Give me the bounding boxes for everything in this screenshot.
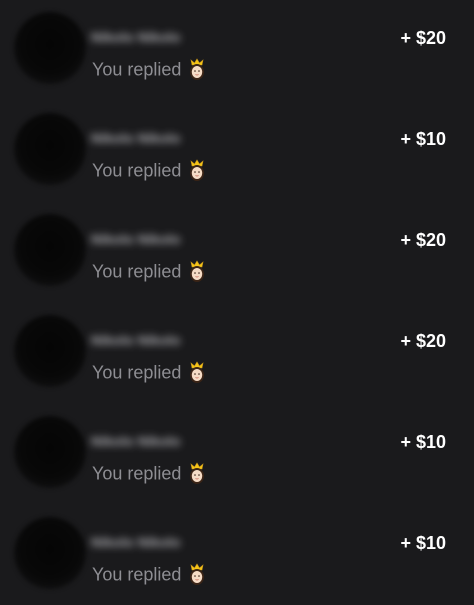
sender-name: Nikolo Nikolo <box>91 232 181 246</box>
avatar[interactable] <box>14 416 86 488</box>
amount-label: + $10 <box>400 432 446 452</box>
amount-label: + $20 <box>400 230 446 250</box>
avatar[interactable] <box>14 214 86 286</box>
message-preview: You replied <box>92 359 207 384</box>
reply-status-label: You replied <box>92 160 182 181</box>
list-item[interactable]: Nikolo Nikolo You replied + $20 <box>0 0 474 100</box>
list-item[interactable]: Nikolo Nikolo You replied + $20 <box>0 303 474 403</box>
reply-status-label: You replied <box>92 564 182 585</box>
list-item[interactable]: Nikolo Nikolo You replied + $20 <box>0 202 474 302</box>
message-preview: You replied <box>92 460 207 485</box>
amount-label: + $20 <box>400 331 446 351</box>
avatar[interactable] <box>14 12 86 84</box>
message-list: Nikolo Nikolo You replied + $20 Nikolo N… <box>0 0 474 589</box>
avatar[interactable] <box>14 315 86 387</box>
amount-label: + $20 <box>400 28 446 48</box>
list-item[interactable]: Nikolo Nikolo You replied + $10 <box>0 505 474 605</box>
list-item[interactable]: Nikolo Nikolo You replied + $10 <box>0 101 474 201</box>
message-preview: You replied <box>92 56 207 81</box>
reply-status-label: You replied <box>92 59 182 80</box>
sender-name: Nikolo Nikolo <box>91 434 181 448</box>
avatar[interactable] <box>14 517 86 589</box>
message-preview: You replied <box>92 258 207 283</box>
avatar[interactable] <box>14 113 86 185</box>
queen-emoji-icon <box>190 58 205 81</box>
message-preview: You replied <box>92 157 207 182</box>
reply-status-label: You replied <box>92 463 182 484</box>
sender-name: Nikolo Nikolo <box>91 333 181 347</box>
list-item[interactable]: Nikolo Nikolo You replied + $10 <box>0 404 474 504</box>
queen-emoji-icon <box>190 563 205 586</box>
reply-status-label: You replied <box>92 261 182 282</box>
queen-emoji-icon <box>190 159 205 182</box>
sender-name: Nikolo Nikolo <box>91 131 181 145</box>
queen-emoji-icon <box>190 462 205 485</box>
message-preview: You replied <box>92 561 207 586</box>
amount-label: + $10 <box>400 533 446 553</box>
queen-emoji-icon <box>190 361 205 384</box>
sender-name: Nikolo Nikolo <box>91 535 181 549</box>
reply-status-label: You replied <box>92 362 182 383</box>
amount-label: + $10 <box>400 129 446 149</box>
queen-emoji-icon <box>190 260 205 283</box>
sender-name: Nikolo Nikolo <box>91 30 181 44</box>
